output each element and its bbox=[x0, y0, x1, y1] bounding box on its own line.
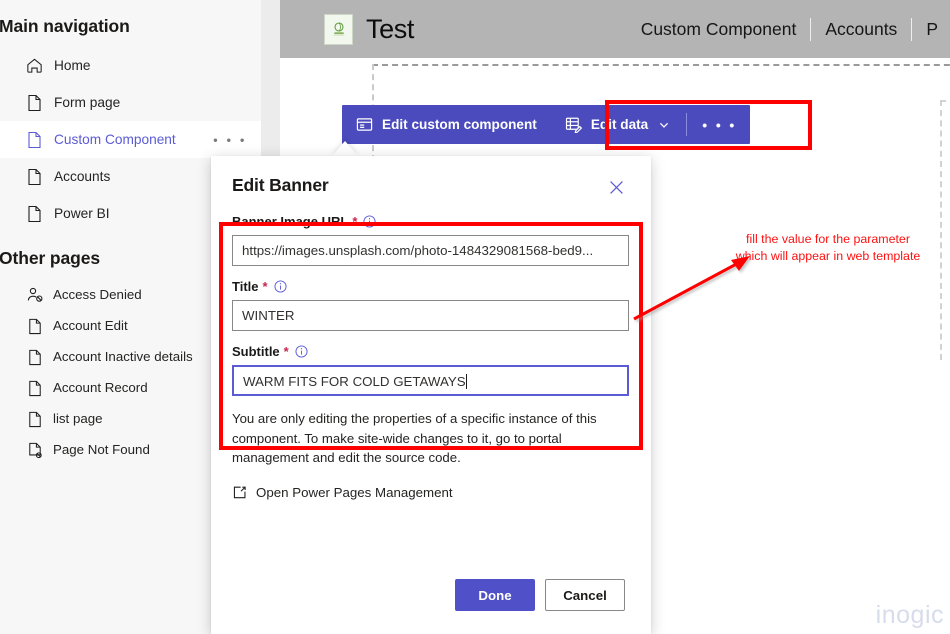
sidebar-item-label: Account Record bbox=[53, 380, 148, 395]
close-icon[interactable] bbox=[605, 176, 627, 198]
edit-custom-component-button[interactable]: Edit custom component bbox=[342, 105, 551, 144]
sidebar-item-label: Page Not Found bbox=[53, 442, 150, 457]
site-nav-item-custom-component[interactable]: Custom Component bbox=[627, 19, 811, 40]
text-caret bbox=[465, 374, 467, 389]
page-icon bbox=[24, 408, 45, 429]
banner-image-url-input[interactable]: https://images.unsplash.com/photo-148432… bbox=[232, 235, 629, 266]
site-nav-item-partial[interactable]: P bbox=[912, 19, 950, 40]
sidebar-item-label: Access Denied bbox=[53, 287, 142, 302]
field-label-text: Subtitle bbox=[232, 344, 280, 359]
brand: Test bbox=[324, 13, 414, 45]
field-title: Title * WINTER bbox=[232, 279, 630, 331]
management-link-label: Open Power Pages Management bbox=[256, 484, 453, 500]
edit-banner-dialog: Edit Banner Banner Image URL * https://i… bbox=[211, 156, 651, 634]
dialog-actions: Done Cancel bbox=[211, 579, 651, 611]
toolbar-overflow-button[interactable]: • • • bbox=[689, 105, 749, 144]
edit-data-label: Edit data bbox=[590, 117, 649, 132]
dialog-title: Edit Banner bbox=[232, 174, 329, 195]
required-marker: * bbox=[262, 279, 268, 294]
dialog-body: Banner Image URL * https://images.unspla… bbox=[211, 214, 651, 500]
sidebar-item-label: Custom Component bbox=[54, 132, 176, 147]
page-icon bbox=[24, 129, 45, 150]
field-label-text: Banner Image URL bbox=[232, 214, 349, 229]
sidebar-group-title-main: Main navigation bbox=[0, 16, 130, 36]
page-icon bbox=[24, 377, 45, 398]
sidebar-item-overflow-icon[interactable]: • • • bbox=[213, 133, 247, 146]
field-label: Subtitle * bbox=[232, 344, 630, 359]
field-banner-image-url: Banner Image URL * https://images.unspla… bbox=[232, 214, 630, 266]
site-header: Test Custom Component Accounts P bbox=[280, 0, 950, 58]
page-icon bbox=[24, 315, 45, 336]
field-label: Title * bbox=[232, 279, 630, 294]
selection-outline-right bbox=[940, 100, 942, 360]
done-button[interactable]: Done bbox=[455, 579, 535, 611]
info-icon[interactable] bbox=[363, 215, 376, 228]
dialog-caret bbox=[332, 141, 358, 156]
field-label-text: Title bbox=[232, 279, 259, 294]
sidebar-item-label: Home bbox=[54, 58, 91, 73]
sidebar-item-label: list page bbox=[53, 411, 103, 426]
sidebar-item-label: Account Inactive details bbox=[53, 349, 193, 364]
cancel-button[interactable]: Cancel bbox=[545, 579, 625, 611]
dialog-helper-text: You are only editing the properties of a… bbox=[232, 411, 597, 465]
sidebar-item-form-page[interactable]: Form page bbox=[0, 84, 261, 121]
annotation-line-1: fill the value for the parameter bbox=[746, 232, 910, 246]
sidebar-item-label: Account Edit bbox=[53, 318, 128, 333]
component-toolbar: Edit custom component Edit data • • • bbox=[342, 105, 750, 144]
selection-outline-top bbox=[372, 64, 950, 66]
annotation-text: fill the value for the parameter which w… bbox=[706, 231, 950, 265]
info-icon[interactable] bbox=[295, 345, 308, 358]
site-nav-item-accounts[interactable]: Accounts bbox=[811, 19, 911, 40]
subtitle-input-value: WARM FITS FOR COLD GETAWAYS bbox=[243, 374, 466, 389]
sidebar-item-home[interactable]: Home bbox=[0, 47, 261, 84]
required-marker: * bbox=[283, 344, 289, 359]
divider bbox=[686, 113, 688, 136]
edit-custom-component-label: Edit custom component bbox=[382, 117, 537, 132]
title-input[interactable]: WINTER bbox=[232, 300, 629, 331]
sidebar-item-label: Power BI bbox=[54, 206, 110, 221]
home-icon bbox=[24, 55, 45, 76]
page-icon bbox=[24, 166, 45, 187]
brand-name: Test bbox=[366, 13, 414, 44]
chevron-down-icon bbox=[658, 119, 670, 131]
info-icon[interactable] bbox=[274, 280, 287, 293]
page-icon bbox=[24, 203, 45, 224]
subtitle-input[interactable]: WARM FITS FOR COLD GETAWAYS bbox=[232, 365, 629, 396]
page-blocked-icon bbox=[24, 439, 45, 460]
edit-data-button[interactable]: Edit data bbox=[551, 105, 684, 144]
field-subtitle: Subtitle * WARM FITS FOR COLD GETAWAYS bbox=[232, 344, 630, 396]
watermark: inogic bbox=[875, 601, 944, 629]
sidebar-item-label: Accounts bbox=[54, 169, 111, 184]
annotation-line-2: which will appear in web template bbox=[735, 249, 921, 263]
field-label: Banner Image URL * bbox=[232, 214, 630, 229]
edit-table-icon bbox=[565, 116, 582, 133]
sidebar-item-label: Form page bbox=[54, 95, 121, 110]
person-blocked-icon bbox=[24, 284, 45, 305]
site-nav: Custom Component Accounts P bbox=[627, 0, 950, 58]
dialog-header: Edit Banner bbox=[211, 156, 651, 214]
open-power-pages-management-link[interactable]: Open Power Pages Management bbox=[232, 485, 630, 500]
required-marker: * bbox=[352, 214, 358, 229]
app-root: Main navigation Home Form page Custom Co… bbox=[0, 0, 950, 634]
component-icon bbox=[356, 116, 373, 133]
sidebar-item-custom-component[interactable]: Custom Component • • • bbox=[0, 121, 261, 158]
external-link-icon bbox=[232, 485, 247, 500]
page-icon bbox=[24, 92, 45, 113]
page-icon bbox=[24, 346, 45, 367]
site-logo-icon bbox=[324, 13, 353, 45]
